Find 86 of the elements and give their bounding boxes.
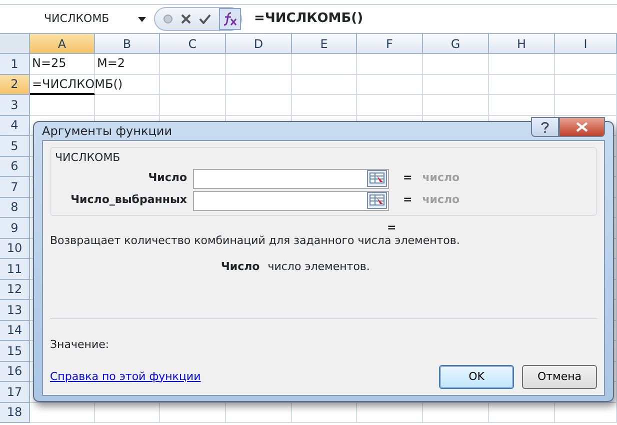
- spreadsheet-cell[interactable]: [357, 95, 423, 116]
- row-header[interactable]: 10: [0, 238, 30, 259]
- spreadsheet-cell[interactable]: [226, 74, 292, 95]
- spreadsheet-cell[interactable]: [292, 95, 357, 116]
- spreadsheet-cell[interactable]: [555, 54, 617, 74]
- row-header[interactable]: 11: [0, 259, 30, 280]
- argument-field[interactable]: [193, 168, 389, 188]
- column-header[interactable]: F: [357, 34, 423, 54]
- dialog-title: Аргументы функции: [42, 123, 172, 140]
- argument-result: число: [422, 192, 460, 208]
- function-icon[interactable]: [222, 12, 238, 26]
- collapse-dialog-icon[interactable]: [367, 170, 387, 187]
- column-header[interactable]: B: [95, 34, 160, 54]
- column-header[interactable]: A: [30, 34, 95, 54]
- row-header[interactable]: 2: [0, 74, 30, 95]
- help-link[interactable]: Справка по этой функции: [50, 368, 201, 386]
- spreadsheet-cell[interactable]: [160, 54, 226, 74]
- column-header[interactable]: D: [226, 34, 292, 54]
- close-icon[interactable]: [576, 122, 588, 132]
- row-header[interactable]: 8: [0, 198, 30, 218]
- row-header[interactable]: 7: [0, 177, 30, 198]
- spreadsheet-cell[interactable]: [489, 74, 555, 95]
- column-header[interactable]: G: [423, 34, 489, 54]
- spreadsheet-cell[interactable]: [226, 54, 292, 74]
- check-icon[interactable]: [199, 14, 211, 24]
- select-all-corner[interactable]: [0, 34, 30, 54]
- column-header[interactable]: I: [555, 34, 617, 54]
- function-description: Возвращает количество комбинаций для заданного числа элементов.: [50, 232, 461, 248]
- argument-name: Число: [221, 259, 260, 275]
- spreadsheet-cell[interactable]: [357, 54, 423, 74]
- spreadsheet-cell[interactable]: [160, 95, 226, 116]
- spreadsheet-cell[interactable]: [95, 95, 160, 116]
- ok-button[interactable]: OK: [439, 365, 514, 389]
- spreadsheet-cell[interactable]: [423, 95, 489, 116]
- row-header[interactable]: 15: [0, 341, 30, 362]
- row-header[interactable]: 9: [0, 218, 30, 238]
- spreadsheet-cell[interactable]: [160, 74, 226, 95]
- column-header[interactable]: E: [292, 34, 357, 54]
- group-label: ЧИСЛКОМБ: [55, 150, 122, 166]
- spreadsheet-cell[interactable]: [489, 95, 555, 116]
- collapse-dialog-icon[interactable]: [367, 192, 387, 209]
- spreadsheet-cell[interactable]: [489, 54, 555, 74]
- value-label: Значение:: [50, 336, 110, 352]
- equals-sign: =: [403, 192, 412, 208]
- column-header[interactable]: C: [160, 34, 226, 54]
- spreadsheet-cell[interactable]: [555, 74, 617, 95]
- row-header[interactable]: 13: [0, 300, 30, 320]
- equals-sign: =: [387, 220, 396, 234]
- cancel-icon[interactable]: [181, 14, 191, 24]
- row-header[interactable]: 16: [0, 362, 30, 382]
- row-header[interactable]: 14: [0, 320, 30, 341]
- row-header[interactable]: 17: [0, 382, 30, 402]
- help-button[interactable]: [531, 117, 559, 137]
- spreadsheet-cell[interactable]: [292, 54, 357, 74]
- spreadsheet-cell[interactable]: [357, 74, 423, 95]
- cell-text[interactable]: M=2: [97, 54, 126, 72]
- argument-field[interactable]: [193, 190, 389, 210]
- close-button[interactable]: [559, 117, 605, 137]
- name-box-value[interactable]: ЧИСЛКОМБ: [44, 10, 110, 28]
- spreadsheet-cell[interactable]: [226, 95, 292, 116]
- argument-label: Число: [147, 170, 187, 186]
- spreadsheet-cell[interactable]: [555, 95, 617, 116]
- cell-text[interactable]: N=25: [32, 54, 66, 72]
- formula-text: =ЧИСЛКОМБ(): [254, 10, 364, 28]
- spreadsheet-cell[interactable]: [292, 74, 357, 95]
- circle-icon: [163, 14, 173, 24]
- argument-result: число: [422, 170, 460, 186]
- cell-text[interactable]: =ЧИСЛКОМБ(): [32, 74, 123, 92]
- row-header[interactable]: 3: [0, 95, 30, 116]
- help-icon[interactable]: [540, 121, 550, 133]
- argument-label: Число_выбранных: [70, 192, 187, 208]
- row-header[interactable]: 1: [0, 54, 30, 74]
- dropdown-arrow-icon[interactable]: [138, 16, 146, 22]
- row-header[interactable]: 18: [0, 402, 30, 423]
- argument-description: число элементов.: [268, 259, 370, 275]
- spreadsheet-cell[interactable]: [423, 54, 489, 74]
- row-header[interactable]: 6: [0, 156, 30, 177]
- insert-function-button[interactable]: [219, 8, 241, 30]
- cancel-button[interactable]: Отмена: [522, 365, 597, 389]
- row-header[interactable]: 12: [0, 280, 30, 300]
- spreadsheet-cell[interactable]: [30, 95, 95, 116]
- equals-sign: =: [403, 170, 412, 186]
- column-header[interactable]: H: [489, 34, 555, 54]
- row-header[interactable]: 5: [0, 136, 30, 156]
- row-header[interactable]: 4: [0, 116, 30, 136]
- spreadsheet-cell[interactable]: [423, 74, 489, 95]
